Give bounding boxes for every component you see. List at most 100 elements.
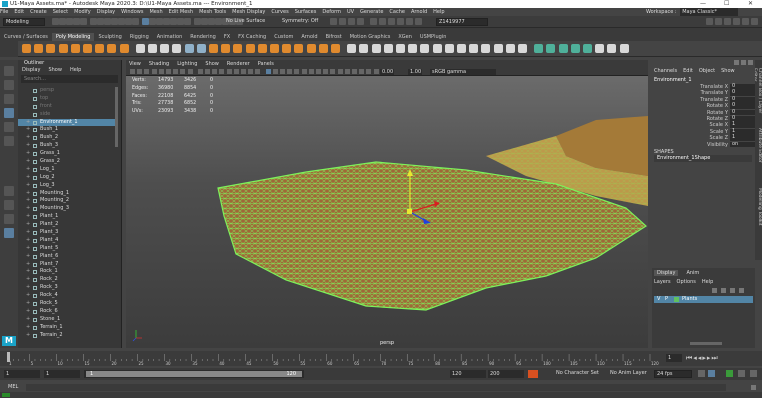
layer-color-swatch[interactable] xyxy=(674,297,679,302)
channel-menu-object[interactable]: Object xyxy=(699,68,715,74)
status-tool-icon[interactable] xyxy=(184,18,191,25)
outliner-item[interactable]: + Log_3 xyxy=(18,182,118,190)
expand-icon[interactable]: + xyxy=(26,308,30,316)
shelf-tab[interactable]: XGen xyxy=(394,33,416,41)
rotate-tool-icon[interactable] xyxy=(4,122,14,132)
manipulator-center[interactable] xyxy=(407,209,412,214)
menu-display[interactable]: Display xyxy=(97,8,115,16)
shelf-tool-icon[interactable] xyxy=(184,44,194,53)
shelf-tool-icon[interactable] xyxy=(331,44,340,53)
render-tool-icon[interactable] xyxy=(406,18,413,25)
expand-icon[interactable]: + xyxy=(26,229,30,237)
playback-start-field[interactable]: 1 xyxy=(44,370,80,378)
shelf-tool-icon[interactable] xyxy=(83,44,92,53)
viewport-tool-icon[interactable] xyxy=(226,69,232,74)
shelf-tool-icon[interactable] xyxy=(595,44,605,53)
outliner-item[interactable]: + Rock_4 xyxy=(18,292,118,300)
shelf-tool-icon[interactable] xyxy=(383,44,393,53)
outliner-item[interactable]: + Log_1 xyxy=(18,166,118,174)
shelf-tool-icon[interactable] xyxy=(444,44,454,53)
shelf-tool-icon[interactable] xyxy=(257,44,267,53)
layer-visibility-toggle[interactable]: V xyxy=(657,296,660,303)
shelf-tool-icon[interactable] xyxy=(546,44,556,53)
outliner-item[interactable]: + Grass_2 xyxy=(18,158,118,166)
render-tool-icon[interactable] xyxy=(339,18,346,25)
expand-icon[interactable]: + xyxy=(26,150,30,158)
viewport-menu-show[interactable]: Show xyxy=(205,61,219,67)
menu-mesh[interactable]: Mesh xyxy=(149,8,162,16)
outliner-item[interactable]: top xyxy=(18,95,118,103)
fps-dropdown[interactable]: 24 fps xyxy=(654,370,692,378)
shelf-tool-icon[interactable] xyxy=(558,44,568,53)
shelf-tool-icon[interactable] xyxy=(221,44,231,53)
shelf-tool-icon[interactable] xyxy=(583,44,592,53)
shelf-tool-icon[interactable] xyxy=(371,44,381,53)
expand-icon[interactable]: + xyxy=(26,205,30,213)
viewport-tool-icon[interactable] xyxy=(197,69,203,74)
render-tool-icon[interactable] xyxy=(388,18,395,25)
side-tab[interactable]: Modelling Toolkit xyxy=(755,188,762,244)
viewport-tool-icon[interactable] xyxy=(366,69,372,74)
viewport-tool-icon[interactable] xyxy=(308,69,314,74)
channel-menu-channels[interactable]: Channels xyxy=(654,68,677,74)
shelf-tool-icon[interactable] xyxy=(306,44,316,53)
viewport-tool-icon[interactable] xyxy=(233,69,239,74)
expand-icon[interactable]: + xyxy=(26,213,30,221)
outliner-item[interactable]: + Rock_1 xyxy=(18,268,118,276)
expand-icon[interactable]: + xyxy=(26,182,30,190)
character-set-dropdown[interactable]: No Character Set xyxy=(554,370,602,378)
shelf-tab[interactable]: Arnold xyxy=(297,33,321,41)
outliner-item[interactable]: + Mounting_1 xyxy=(18,190,118,198)
shelf-tool-icon[interactable] xyxy=(119,44,129,53)
viewport-tool-icon[interactable] xyxy=(187,69,193,74)
maximize-icon[interactable]: ☐ xyxy=(724,0,729,8)
outliner-item[interactable]: + Rock_3 xyxy=(18,284,118,292)
viewport-menu-shading[interactable]: Shading xyxy=(149,61,169,67)
shelf-tab[interactable]: Curves / Surfaces xyxy=(0,33,52,41)
outliner-item[interactable]: persp xyxy=(18,87,118,95)
shelf-tool-icon[interactable] xyxy=(70,44,80,53)
shelf-tool-icon[interactable] xyxy=(22,44,31,53)
layer-menu-layers[interactable]: Layers xyxy=(654,279,671,285)
viewport-tool-icon[interactable] xyxy=(166,69,171,74)
shelf-tool-icon[interactable] xyxy=(396,44,405,53)
viewport-3d[interactable]: Verts: 14793 3426 0 Edges: 36980 8854 0 Faces: 22… xyxy=(126,76,648,348)
status-tool-icon[interactable] xyxy=(125,18,132,25)
render-tool-icon[interactable] xyxy=(379,18,386,25)
viewport-tool-icon[interactable] xyxy=(272,69,278,74)
live-surface-label[interactable]: No Live Surface xyxy=(224,18,270,26)
shelf-tool-icon[interactable] xyxy=(607,44,617,53)
shelf-tool-icon[interactable] xyxy=(294,44,304,53)
outliner-item[interactable]: + Plant_6 xyxy=(18,253,118,261)
command-line[interactable]: MEL xyxy=(0,383,762,392)
menu-edit[interactable]: Edit xyxy=(14,8,24,16)
outliner-item[interactable]: + Grass_1 xyxy=(18,150,118,158)
shelf-tab[interactable]: FX xyxy=(220,33,234,41)
expand-icon[interactable]: + xyxy=(26,332,30,340)
layer-tab-display[interactable]: Display xyxy=(654,270,679,276)
object-name-field[interactable]: Z1419977 xyxy=(436,18,488,26)
menu-cache[interactable]: Cache xyxy=(389,8,405,16)
shelf-tool-icon[interactable] xyxy=(58,44,68,53)
shelf-tool-icon[interactable] xyxy=(619,44,629,53)
shelf-tool-icon[interactable] xyxy=(270,44,279,53)
outliner-item[interactable]: + Environment_1 xyxy=(18,118,118,127)
shelf-tool-icon[interactable] xyxy=(505,44,515,53)
layer-scrollbar[interactable] xyxy=(690,342,722,345)
status-tool-icon[interactable] xyxy=(111,18,118,25)
shelf-tool-icon[interactable] xyxy=(408,44,418,53)
expand-icon[interactable]: + xyxy=(26,300,30,308)
viewport-tool-icon[interactable] xyxy=(280,69,285,74)
viewport-tool-icon[interactable] xyxy=(241,69,246,74)
status-tool-icon[interactable] xyxy=(97,18,104,25)
status-tool-icon[interactable] xyxy=(118,18,125,25)
expand-icon[interactable]: + xyxy=(26,292,30,300)
four-pane-icon[interactable] xyxy=(4,200,14,210)
anim-start-field[interactable]: 1 xyxy=(4,370,40,378)
paint-select-icon[interactable] xyxy=(4,94,14,104)
outliner-item[interactable]: + Mounting_3 xyxy=(18,205,118,213)
status-tool-icon[interactable] xyxy=(215,18,222,25)
shelf-tool-icon[interactable] xyxy=(469,44,479,53)
shelf-tool-icon[interactable] xyxy=(95,44,105,53)
shelf-tool-icon[interactable] xyxy=(420,44,430,53)
